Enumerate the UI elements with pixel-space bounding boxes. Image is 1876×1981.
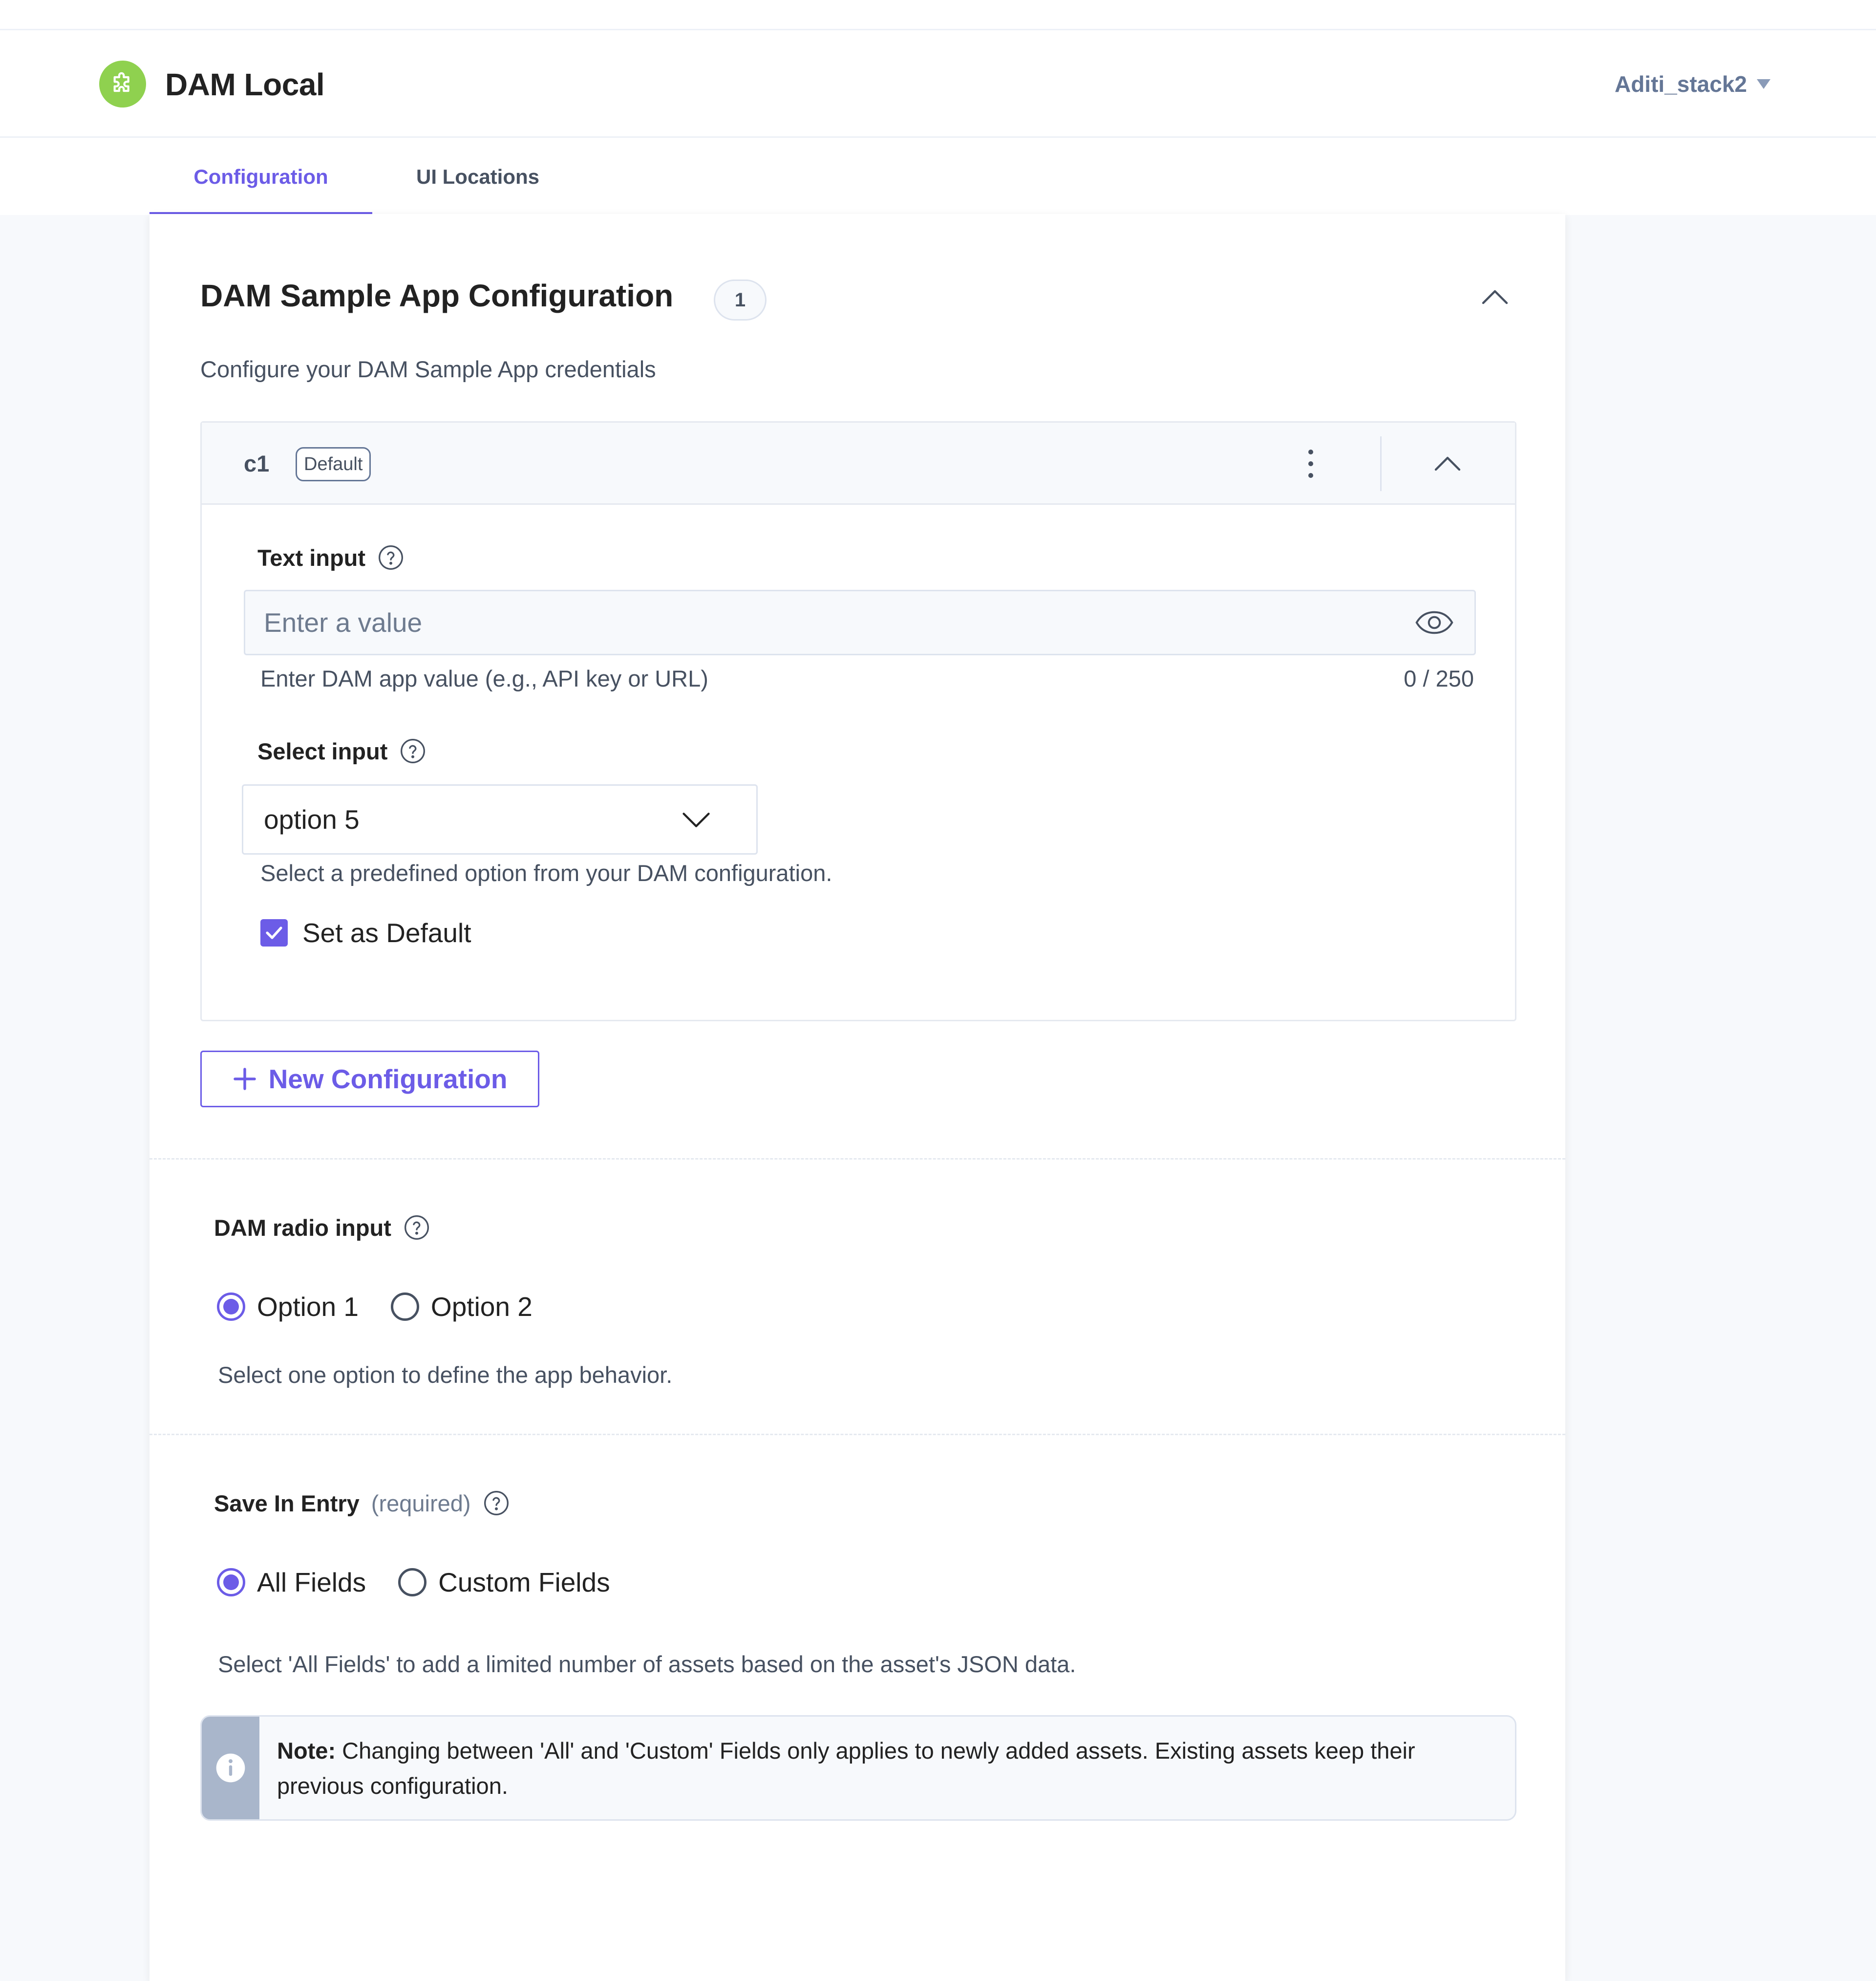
radio-option-label: Option 1 [257, 1292, 359, 1322]
help-icon[interactable] [377, 544, 405, 571]
top-strip [0, 0, 1876, 30]
select-input[interactable]: option 5 [242, 784, 758, 855]
config-name: c1 [244, 451, 270, 476]
save-in-entry-label: Save In Entry (required) [214, 1489, 510, 1517]
character-counter: 0 / 250 [1404, 666, 1474, 691]
radio-button[interactable] [398, 1568, 427, 1596]
required-indicator: (required) [371, 1490, 471, 1516]
set-default-checkbox-row[interactable]: Set as Default [260, 917, 471, 948]
user-name: Aditi_stack2 [1614, 71, 1747, 97]
tab-configuration[interactable]: Configuration [149, 138, 372, 215]
select-input-help: Select a predefined option from your DAM… [260, 860, 832, 886]
save-in-entry-group: All Fields Custom Fields [217, 1567, 642, 1598]
save-in-entry-help: Select 'All Fields' to add a limited num… [218, 1651, 1076, 1677]
radio-input-label: DAM radio input [214, 1214, 430, 1241]
plus-icon [233, 1068, 256, 1090]
text-input[interactable] [245, 591, 1418, 654]
select-value: option 5 [264, 804, 360, 835]
info-icon [216, 1753, 245, 1783]
radio-option-label: Option 2 [430, 1292, 533, 1322]
radio-all-fields[interactable]: All Fields [217, 1567, 366, 1598]
select-input-label-text: Select input [257, 738, 388, 764]
chevron-up-icon[interactable] [1475, 278, 1514, 317]
eye-icon[interactable] [1415, 608, 1454, 637]
text-input-help: Enter DAM app value (e.g., API key or UR… [260, 666, 708, 691]
note-label: Note: [277, 1738, 336, 1764]
radio-input-label-text: DAM radio input [214, 1214, 391, 1241]
new-configuration-label: New Configuration [268, 1064, 508, 1094]
info-note: Note: Changing between 'All' and 'Custom… [200, 1715, 1516, 1821]
chevron-up-icon[interactable] [1428, 444, 1467, 483]
user-menu[interactable]: Aditi_stack2 [1615, 69, 1770, 99]
select-input-label: Select input [257, 737, 426, 765]
radio-button[interactable] [217, 1568, 245, 1596]
note-text: Note: Changing between 'All' and 'Custom… [277, 1733, 1489, 1804]
section-title: DAM Sample App Configuration [200, 278, 674, 313]
radio-input-help: Select one option to define the app beha… [218, 1362, 673, 1388]
more-options-icon[interactable] [1286, 439, 1335, 488]
set-default-label: Set as Default [302, 918, 471, 948]
text-input-label: Text input [257, 544, 405, 571]
section-divider [149, 1434, 1565, 1435]
radio-option-2[interactable]: Option 2 [390, 1291, 533, 1322]
text-input-field [244, 590, 1476, 655]
new-configuration-button[interactable]: New Configuration [200, 1051, 539, 1107]
config-panel: c1 Default Text input Enter DAM app valu… [200, 421, 1516, 1021]
help-icon[interactable] [399, 737, 426, 765]
caret-down-icon [1757, 79, 1770, 89]
set-default-checkbox[interactable] [260, 919, 288, 947]
chevron-down-icon [679, 805, 713, 835]
radio-button[interactable] [217, 1292, 245, 1321]
header-divider [1380, 436, 1382, 491]
radio-custom-fields[interactable]: Custom Fields [398, 1567, 610, 1598]
radio-input-group: Option 1 Option 2 [217, 1291, 565, 1322]
section-description: Configure your DAM Sample App credential… [200, 356, 656, 382]
section-divider [149, 1158, 1565, 1160]
puzzle-icon [99, 61, 146, 108]
radio-option-label: Custom Fields [438, 1567, 610, 1597]
configuration-card: DAM Sample App Configuration 1 Configure… [149, 214, 1565, 1981]
tab-ui-locations[interactable]: UI Locations [391, 138, 565, 215]
note-body: Changing between 'All' and 'Custom' Fiel… [277, 1738, 1415, 1799]
configuration-count-badge: 1 [714, 280, 767, 321]
app-title: DAM Local [165, 67, 325, 102]
tab-bar: Configuration UI Locations [0, 138, 1876, 215]
radio-option-label: All Fields [257, 1567, 366, 1597]
text-input-label-text: Text input [257, 544, 366, 571]
radio-option-1[interactable]: Option 1 [217, 1291, 359, 1322]
config-panel-header: c1 Default [202, 423, 1515, 505]
check-icon [266, 926, 282, 939]
save-in-entry-label-text: Save In Entry [214, 1490, 360, 1516]
radio-button[interactable] [390, 1292, 419, 1321]
help-icon[interactable] [403, 1214, 430, 1241]
info-bar [202, 1717, 259, 1819]
default-badge: Default [296, 447, 371, 481]
app-header: DAM Local Aditi_stack2 [0, 30, 1876, 138]
help-icon[interactable] [483, 1489, 510, 1517]
